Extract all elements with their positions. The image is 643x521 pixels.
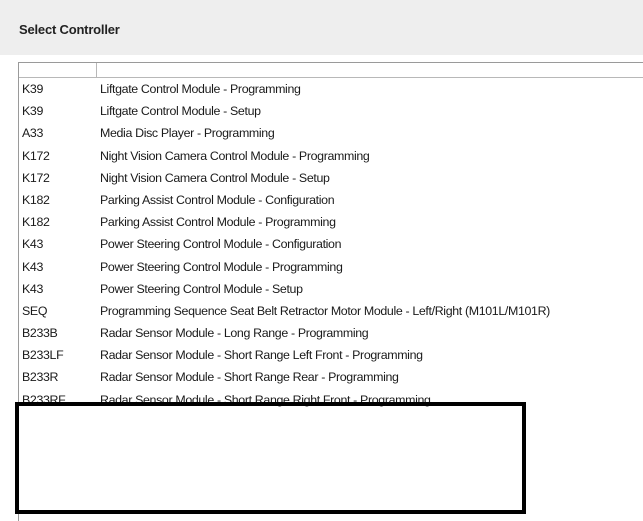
controller-code: SEQ: [22, 303, 48, 318]
controller-description: Radar Sensor Module - Short Range Rear -…: [100, 370, 399, 385]
list-item[interactable]: K39 Liftgate Control Module - Setup: [19, 100, 643, 122]
controller-code: K182: [22, 192, 50, 207]
controller-code: K39: [22, 82, 43, 96]
controller-rows: K39 Liftgate Control Module - Programmin…: [19, 78, 643, 411]
page-title: Select Controller: [19, 22, 120, 37]
controller-code: K172: [22, 170, 50, 185]
list-item[interactable]: K39 Liftgate Control Module - Programmin…: [19, 78, 643, 100]
controller-description: Power Steering Control Module - Programm…: [100, 259, 343, 274]
controller-description: Media Disc Player - Programming: [100, 126, 275, 141]
list-item[interactable]: B233B Radar Sensor Module - Long Range -…: [19, 322, 643, 344]
controller-code: K39: [22, 104, 43, 119]
controller-description: Power Steering Control Module - Configur…: [100, 237, 342, 252]
controller-description: Radar Sensor Module - Long Range - Progr…: [100, 326, 369, 341]
controller-code: K43: [22, 237, 43, 252]
list-item[interactable]: B233R Radar Sensor Module - Short Range …: [19, 366, 643, 388]
list-item[interactable]: K172 Night Vision Camera Control Module …: [19, 145, 643, 167]
column-header: [19, 63, 643, 78]
list-item[interactable]: SEQ Programming Sequence Seat Belt Retra…: [19, 300, 643, 322]
list-item[interactable]: K43 Power Steering Control Module - Setu…: [19, 278, 643, 300]
controller-description: Night Vision Camera Control Module - Set…: [100, 170, 330, 185]
select-controller-window: Select Controller K39 Liftgate Control M…: [0, 0, 643, 521]
controller-description: Parking Assist Control Module - Configur…: [100, 192, 335, 207]
controller-code: K43: [22, 281, 43, 296]
column-divider[interactable]: [96, 63, 97, 77]
controller-code: K172: [22, 148, 50, 163]
controller-description: Liftgate Control Module - Setup: [100, 104, 261, 119]
list-item[interactable]: A33 Media Disc Player - Programming: [19, 122, 643, 144]
controller-description: Parking Assist Control Module - Programm…: [100, 215, 336, 230]
list-item[interactable]: K43 Power Steering Control Module - Conf…: [19, 233, 643, 255]
list-item[interactable]: K43 Power Steering Control Module - Prog…: [19, 256, 643, 278]
controller-code: B233LF: [22, 348, 64, 363]
controller-description: Programming Sequence Seat Belt Retractor…: [100, 303, 550, 318]
controller-code: B233B: [22, 326, 58, 341]
controller-description: Liftgate Control Module - Programming: [100, 82, 301, 96]
controller-description: Power Steering Control Module - Setup: [100, 281, 303, 296]
controller-code: B233R: [22, 370, 59, 385]
list-item[interactable]: K182 Parking Assist Control Module - Con…: [19, 189, 643, 211]
list-item[interactable]: K182 Parking Assist Control Module - Pro…: [19, 211, 643, 233]
controller-code: A33: [22, 126, 43, 141]
controller-code: K43: [22, 259, 43, 274]
controller-code: K182: [22, 215, 50, 230]
controller-description: Radar Sensor Module - Short Range Left F…: [100, 348, 423, 363]
controller-description: Night Vision Camera Control Module - Pro…: [100, 148, 370, 163]
highlight-box: [15, 402, 526, 514]
list-item[interactable]: K172 Night Vision Camera Control Module …: [19, 167, 643, 189]
list-item[interactable]: B233LF Radar Sensor Module - Short Range…: [19, 344, 643, 366]
header-bar: Select Controller: [0, 0, 643, 55]
